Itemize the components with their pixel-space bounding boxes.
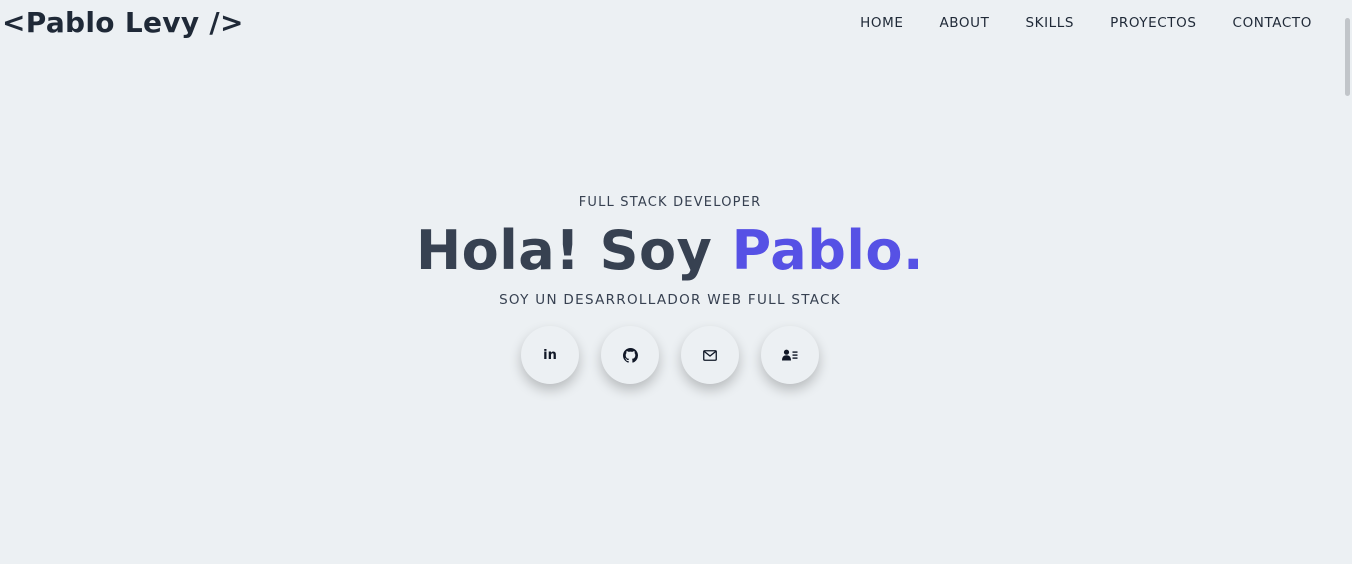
hero-tagline: SOY UN DESARROLLADOR WEB FULL STACK [499, 292, 841, 308]
hero-section: FULL STACK DEVELOPER Hola! Soy Pablo. SO… [0, 190, 1340, 384]
nav-skills-link[interactable]: SKILLS [1025, 15, 1074, 31]
headline-name: Pablo. [731, 219, 924, 282]
page: <Pablo Levy /> HOME ABOUT SKILLS PROYECT… [0, 0, 1352, 564]
github-button[interactable] [601, 326, 659, 384]
navbar: <Pablo Levy /> HOME ABOUT SKILLS PROYECT… [0, 0, 1340, 46]
scrollbar-thumb[interactable] [1345, 18, 1350, 96]
site-logo[interactable]: <Pablo Levy /> [2, 0, 244, 46]
linkedin-icon: in [543, 347, 557, 363]
github-icon [622, 347, 638, 363]
nav-about-link[interactable]: ABOUT [939, 15, 989, 31]
hero-subtitle: FULL STACK DEVELOPER [578, 195, 762, 210]
social-links: in [0, 326, 1340, 384]
resume-button[interactable] [761, 326, 819, 384]
nav-home-link[interactable]: HOME [860, 15, 903, 31]
headline-greeting: Hola! Soy [415, 219, 732, 282]
nav-contacto-link[interactable]: CONTACTO [1233, 15, 1312, 31]
resume-icon [782, 349, 798, 361]
scrollbar[interactable] [1340, 0, 1352, 564]
mail-button[interactable] [681, 326, 739, 384]
linkedin-button[interactable]: in [521, 326, 579, 384]
hero-headline: Hola! Soy Pablo. [0, 220, 1340, 282]
nav-links: HOME ABOUT SKILLS PROYECTOS CONTACTO [824, 15, 1312, 31]
mail-icon [703, 349, 717, 361]
nav-proyectos-link[interactable]: PROYECTOS [1110, 15, 1196, 31]
